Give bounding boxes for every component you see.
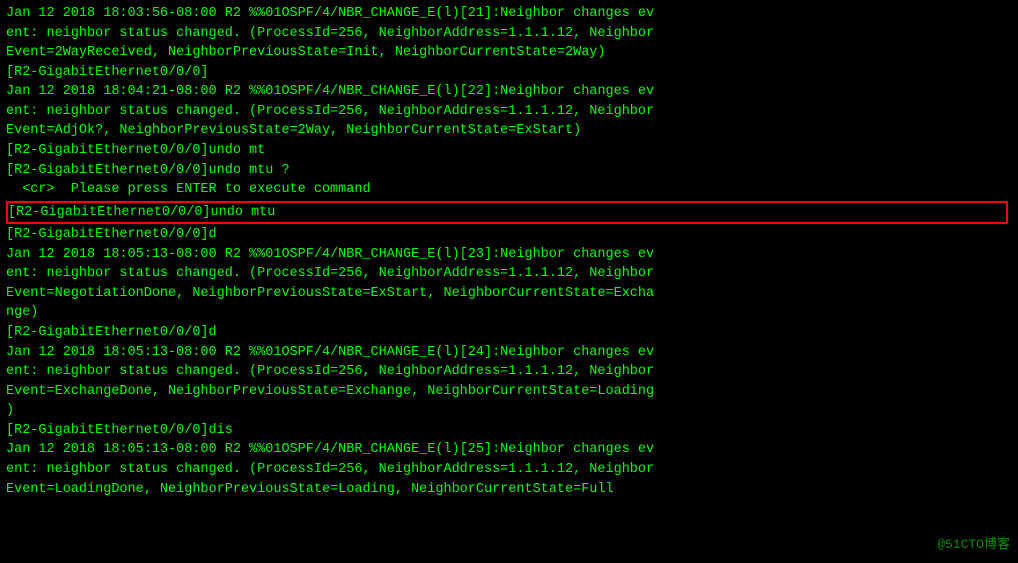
terminal-line: ent: neighbor status changed. (ProcessId… [6, 24, 1012, 44]
terminal-line: [R2-GigabitEthernet0/0/0] [6, 63, 1012, 83]
terminal-line: nge) [6, 303, 1012, 323]
terminal-line: Jan 12 2018 18:05:13-08:00 R2 %%01OSPF/4… [6, 440, 1012, 460]
terminal-line: ent: neighbor status changed. (ProcessId… [6, 362, 1012, 382]
terminal-line: [R2-GigabitEthernet0/0/0]undo mt [6, 141, 1012, 161]
terminal-line: Event=AdjOk?, NeighborPreviousState=2Way… [6, 121, 1012, 141]
terminal-line: Event=2WayReceived, NeighborPreviousStat… [6, 43, 1012, 63]
terminal-line: [R2-GigabitEthernet0/0/0]dis [6, 421, 1012, 441]
terminal-line: [R2-GigabitEthernet0/0/0]d [6, 323, 1012, 343]
terminal-line: Event=ExchangeDone, NeighborPreviousStat… [6, 382, 1012, 402]
terminal-line: [R2-GigabitEthernet0/0/0]d [6, 225, 1012, 245]
highlighted-line: [R2-GigabitEthernet0/0/0]undo mtu [6, 201, 1008, 225]
terminal-line: ) [6, 401, 1012, 421]
terminal-line: ent: neighbor status changed. (ProcessId… [6, 102, 1012, 122]
terminal: Jan 12 2018 18:03:56-08:00 R2 %%01OSPF/4… [0, 0, 1018, 563]
terminal-content: Jan 12 2018 18:03:56-08:00 R2 %%01OSPF/4… [6, 4, 1012, 499]
terminal-line: Jan 12 2018 18:05:13-08:00 R2 %%01OSPF/4… [6, 343, 1012, 363]
terminal-line: [R2-GigabitEthernet0/0/0]undo mtu ? [6, 161, 1012, 181]
terminal-line: ent: neighbor status changed. (ProcessId… [6, 460, 1012, 480]
terminal-line: Event=LoadingDone, NeighborPreviousState… [6, 480, 1012, 500]
terminal-line: Jan 12 2018 18:03:56-08:00 R2 %%01OSPF/4… [6, 4, 1012, 24]
watermark: @51CTO博客 [937, 536, 1010, 555]
terminal-line: <cr> Please press ENTER to execute comma… [6, 180, 1012, 200]
terminal-line: ent: neighbor status changed. (ProcessId… [6, 264, 1012, 284]
terminal-line: Jan 12 2018 18:04:21-08:00 R2 %%01OSPF/4… [6, 82, 1012, 102]
terminal-line: Event=NegotiationDone, NeighborPreviousS… [6, 284, 1012, 304]
terminal-line: Jan 12 2018 18:05:13-08:00 R2 %%01OSPF/4… [6, 245, 1012, 265]
